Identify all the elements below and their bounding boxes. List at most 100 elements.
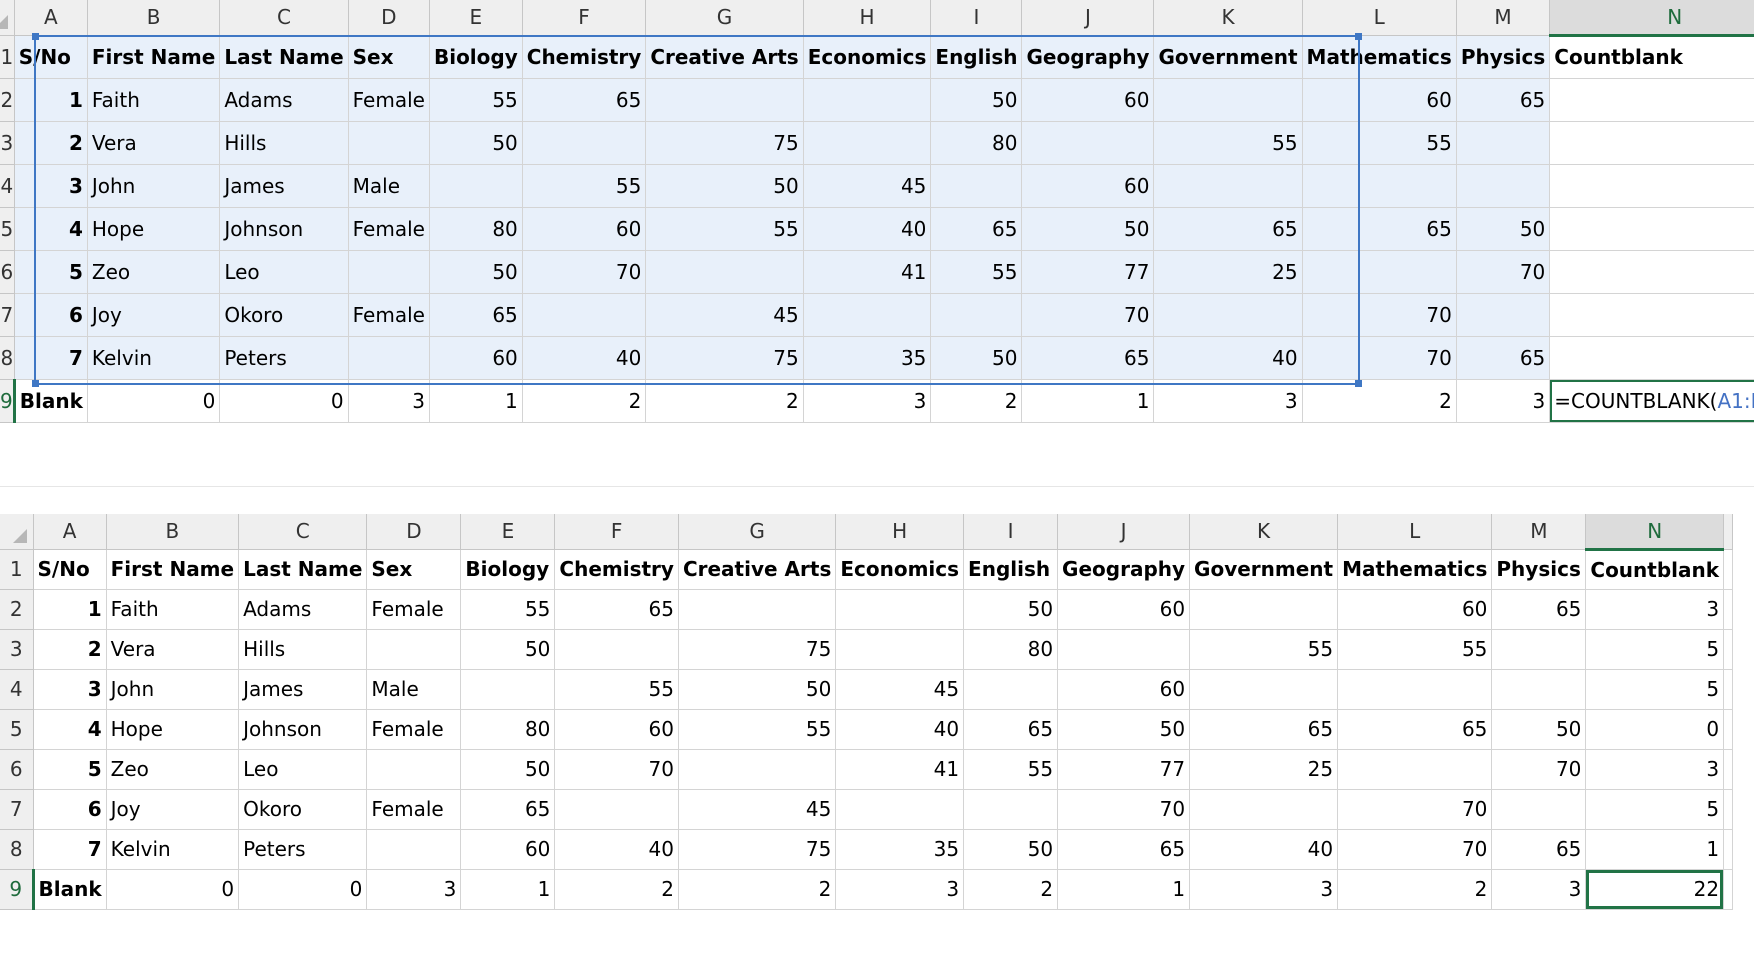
data-cell[interactable]	[348, 121, 430, 165]
column-header-j[interactable]: J	[1021, 0, 1155, 36]
data-cell[interactable]	[835, 789, 965, 830]
data-cell[interactable]	[366, 749, 462, 790]
blank-count-cell[interactable]: 1	[1021, 379, 1155, 423]
data-cell[interactable]: Peters	[238, 829, 368, 870]
data-cell[interactable]: 60	[1057, 669, 1191, 710]
data-cell[interactable]: 55	[1153, 121, 1303, 165]
data-cell[interactable]: James	[238, 669, 368, 710]
data-cell[interactable]: Hope	[87, 207, 221, 251]
data-cell[interactable]	[963, 789, 1059, 830]
blank-count-cell[interactable]: 0	[219, 379, 349, 423]
data-cell[interactable]: 50	[1021, 207, 1155, 251]
column-header-k[interactable]: K	[1189, 514, 1339, 550]
header-cell-13[interactable]: Countblank	[1585, 549, 1725, 590]
data-cell[interactable]: Kelvin	[87, 336, 221, 380]
data-cell[interactable]: Zeo	[106, 749, 240, 790]
data-cell[interactable]: Hills	[238, 629, 368, 670]
formula-edit-cell[interactable]: =COUNTBLANK(A1:M8)|	[1549, 379, 1754, 423]
data-cell[interactable]	[554, 789, 679, 830]
blank-count-cell[interactable]: 1	[460, 869, 556, 910]
column-header-k[interactable]: K	[1153, 0, 1303, 36]
data-cell[interactable]: 50	[1057, 709, 1191, 750]
data-cell[interactable]: 1	[14, 78, 88, 122]
blank-count-cell[interactable]: 3	[803, 379, 932, 423]
data-cell[interactable]: 50	[1491, 709, 1587, 750]
data-cell[interactable]: 41	[835, 749, 965, 790]
column-header-d[interactable]: D	[348, 0, 430, 36]
data-cell[interactable]: 5	[1585, 629, 1725, 670]
data-cell[interactable]: Male	[366, 669, 462, 710]
data-cell[interactable]: 80	[963, 629, 1059, 670]
blank-count-cell[interactable]: 0	[87, 379, 221, 423]
data-cell[interactable]: Okoro	[238, 789, 368, 830]
data-cell[interactable]: 55	[645, 207, 804, 251]
empty-cell[interactable]	[1723, 829, 1734, 870]
result-cell[interactable]: 22	[1585, 869, 1725, 910]
blank-count-cell[interactable]: 2	[963, 869, 1059, 910]
blank-count-cell[interactable]: 3	[1456, 379, 1551, 423]
row-header-6[interactable]: 6	[0, 749, 34, 790]
data-cell[interactable]: 70	[1057, 789, 1191, 830]
data-cell[interactable]: 75	[678, 629, 837, 670]
data-cell[interactable]: 75	[645, 121, 804, 165]
data-cell[interactable]: 50	[1456, 207, 1551, 251]
row-header-1[interactable]: 1	[0, 549, 34, 590]
data-cell[interactable]	[554, 629, 679, 670]
data-cell[interactable]: 65	[1491, 829, 1587, 870]
data-cell[interactable]: 77	[1021, 250, 1155, 294]
data-cell[interactable]: Leo	[238, 749, 368, 790]
data-cell[interactable]: 65	[460, 789, 556, 830]
data-cell[interactable]: 70	[1337, 789, 1493, 830]
data-cell[interactable]	[803, 78, 932, 122]
column-header-h[interactable]: H	[835, 514, 965, 550]
row-header-7[interactable]: 7	[0, 789, 34, 830]
header-cell-13[interactable]: Countblank	[1549, 35, 1754, 79]
data-cell[interactable]	[522, 121, 647, 165]
data-cell[interactable]	[645, 250, 804, 294]
header-cell-2[interactable]: Last Name	[238, 549, 368, 590]
header-cell-12[interactable]: Physics	[1491, 549, 1587, 590]
data-cell[interactable]	[1189, 789, 1339, 830]
data-cell[interactable]: 45	[678, 789, 837, 830]
data-cell[interactable]: 65	[1456, 336, 1551, 380]
data-cell[interactable]: 65	[1456, 78, 1551, 122]
data-cell[interactable]: 40	[1189, 829, 1339, 870]
header-cell-5[interactable]: Chemistry	[522, 35, 647, 79]
blank-count-cell[interactable]: 3	[1491, 869, 1587, 910]
data-cell[interactable]	[348, 336, 430, 380]
header-cell-7[interactable]: Economics	[835, 549, 965, 590]
header-cell-9[interactable]: Geography	[1057, 549, 1191, 590]
blank-count-cell[interactable]: 3	[348, 379, 430, 423]
data-cell[interactable]: Hope	[106, 709, 240, 750]
header-cell-1[interactable]: First Name	[106, 549, 240, 590]
column-header-a[interactable]: A	[14, 0, 88, 36]
data-cell[interactable]: 3	[1549, 78, 1754, 122]
column-header-c[interactable]: C	[238, 514, 368, 550]
data-cell[interactable]: 4	[14, 207, 88, 251]
data-cell[interactable]	[803, 293, 932, 337]
column-header-m[interactable]: M	[1491, 514, 1587, 550]
data-cell[interactable]: 3	[1549, 250, 1754, 294]
data-cell[interactable]: 65	[522, 78, 647, 122]
data-cell[interactable]: James	[219, 164, 349, 208]
data-cell[interactable]	[1302, 250, 1457, 294]
data-cell[interactable]: 70	[1456, 250, 1551, 294]
data-cell[interactable]: 65	[554, 589, 679, 630]
header-cell-2[interactable]: Last Name	[219, 35, 349, 79]
data-cell[interactable]: 3	[33, 669, 107, 710]
data-cell[interactable]: 55	[522, 164, 647, 208]
data-cell[interactable]: 40	[522, 336, 647, 380]
data-cell[interactable]: 70	[1302, 293, 1457, 337]
row-header-1[interactable]: 1	[0, 35, 15, 79]
data-cell[interactable]: 60	[1021, 164, 1155, 208]
row-header-8[interactable]: 8	[0, 829, 34, 870]
data-cell[interactable]: Hills	[219, 121, 349, 165]
column-header-l[interactable]: L	[1302, 0, 1457, 36]
data-cell[interactable]: 6	[14, 293, 88, 337]
data-cell[interactable]: 55	[963, 749, 1059, 790]
data-cell[interactable]	[1337, 669, 1493, 710]
column-header-f[interactable]: F	[522, 0, 647, 36]
header-cell-9[interactable]: Geography	[1021, 35, 1155, 79]
column-header-e[interactable]: E	[429, 0, 523, 36]
data-cell[interactable]: 55	[1337, 629, 1493, 670]
